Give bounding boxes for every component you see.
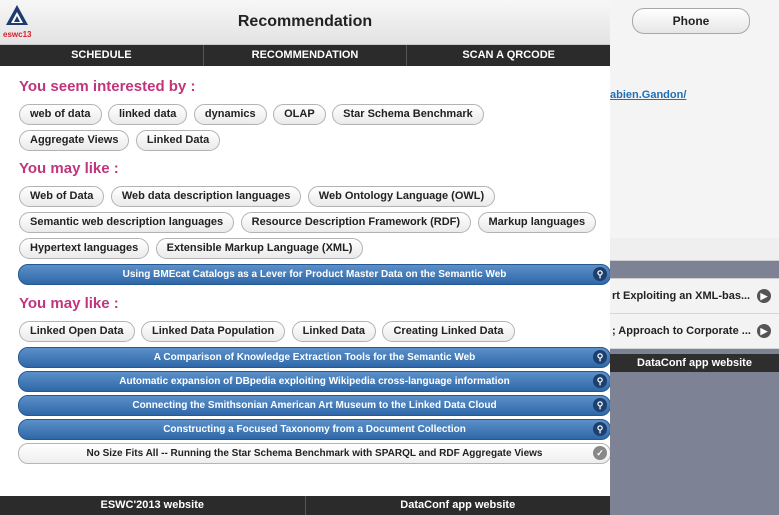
section-heading-interests: You seem interested by : — [19, 78, 196, 95]
keyword-chip[interactable]: Linked Data — [291, 321, 377, 342]
paper-title: A Comparison of Knowledge Extraction Too… — [153, 352, 476, 363]
keyword-chips-may-like-1: Web of Data Web data description languag… — [19, 186, 599, 264]
keyword-chip[interactable]: Aggregate Views — [19, 130, 130, 151]
keyword-chip[interactable]: Extensible Markup Language (XML) — [155, 238, 364, 259]
phone-button[interactable]: Phone — [632, 8, 750, 34]
paper-title: Constructing a Focused Taxonomy from a D… — [163, 424, 466, 435]
keyword-chip[interactable]: Markup languages — [477, 212, 597, 233]
keyword-chips-may-like-2: Linked Open Data Linked Data Population … — [19, 321, 599, 347]
keyword-chip[interactable]: Web of Data — [19, 186, 105, 207]
search-icon: ⚲ — [593, 267, 607, 281]
paper-item[interactable]: Constructing a Focused Taxonomy from a D… — [18, 419, 610, 440]
paper-item[interactable]: Using BMEcat Catalogs as a Lever for Pro… — [18, 264, 610, 285]
keyword-chip[interactable]: dynamics — [193, 104, 267, 125]
section-heading-may-like: You may like : — [19, 160, 119, 177]
keyword-chip[interactable]: linked data — [107, 104, 188, 125]
background-list-item[interactable]: ; Approach to Corporate ... ▶ — [610, 314, 779, 349]
keyword-chip[interactable]: Star Schema Benchmark — [332, 104, 484, 125]
keyword-chip[interactable]: Semantic web description languages — [19, 212, 235, 233]
keyword-chip[interactable]: Linked Open Data — [19, 321, 135, 342]
search-icon: ⚲ — [593, 398, 607, 412]
paper-title: Automatic expansion of DBpedia exploitin… — [119, 376, 510, 387]
dataconf-website-link[interactable]: DataConf app website — [306, 496, 611, 515]
tab-recommendation[interactable]: RECOMMENDATION — [204, 45, 408, 66]
paper-item-selected[interactable]: No Size Fits All -- Running the Star Sch… — [18, 443, 610, 464]
background-footer-link[interactable]: DataConf app website — [610, 354, 779, 372]
recommendation-view: eswc13 Recommendation SCHEDULE RECOMMEND… — [0, 0, 610, 515]
footer-bar: ESWC'2013 website DataConf app website — [0, 496, 610, 515]
background-separator — [610, 238, 779, 261]
keyword-chip[interactable]: Web data description languages — [110, 186, 302, 207]
section-heading-may-like: You may like : — [19, 295, 119, 312]
paper-item[interactable]: A Comparison of Knowledge Extraction Too… — [18, 347, 610, 368]
keyword-chip[interactable]: Linked Data — [135, 130, 221, 151]
background-list-item[interactable]: rt Exploiting an XML-bas... ▶ — [610, 279, 779, 314]
tab-bar: SCHEDULE RECOMMENDATION SCAN A QRCODE — [0, 45, 610, 66]
paper-item[interactable]: Automatic expansion of DBpedia exploitin… — [18, 371, 610, 392]
paper-title: No Size Fits All -- Running the Star Sch… — [86, 448, 543, 459]
search-icon: ⚲ — [593, 350, 607, 364]
eswc-website-link[interactable]: ESWC'2013 website — [0, 496, 306, 515]
background-list: rt Exploiting an XML-bas... ▶ ; Approach… — [610, 278, 779, 349]
background-list-item-label: rt Exploiting an XML-bas... — [612, 290, 751, 302]
paper-title: Connecting the Smithsonian American Art … — [132, 400, 497, 411]
check-icon: ✓ — [593, 446, 607, 460]
keyword-chip[interactable]: OLAP — [273, 104, 326, 125]
keyword-chip[interactable]: Hypertext languages — [19, 238, 150, 259]
background-detail-pane — [610, 0, 779, 239]
paper-item[interactable]: Connecting the Smithsonian American Art … — [18, 395, 610, 416]
keyword-chip[interactable]: Web Ontology Language (OWL) — [307, 186, 496, 207]
keyword-chip[interactable]: Linked Data Population — [140, 321, 286, 342]
keyword-chip[interactable]: Resource Description Framework (RDF) — [240, 212, 472, 233]
profile-link[interactable]: abien.Gandon/ — [610, 89, 686, 101]
background-list-item-label: ; Approach to Corporate ... — [612, 325, 751, 337]
keyword-chips-interests: web of data linked data dynamics OLAP St… — [19, 104, 599, 156]
chevron-right-icon: ▶ — [757, 324, 771, 338]
page-title: Recommendation — [237, 13, 373, 30]
tab-scan-qrcode[interactable]: SCAN A QRCODE — [407, 45, 610, 66]
search-icon: ⚲ — [593, 374, 607, 388]
keyword-chip[interactable]: web of data — [19, 104, 102, 125]
keyword-chip[interactable]: Creating Linked Data — [382, 321, 515, 342]
header-bar: eswc13 Recommendation — [0, 0, 610, 45]
tab-schedule[interactable]: SCHEDULE — [0, 45, 204, 66]
search-icon: ⚲ — [593, 422, 607, 436]
paper-title: Using BMEcat Catalogs as a Lever for Pro… — [122, 269, 507, 280]
chevron-right-icon: ▶ — [757, 289, 771, 303]
